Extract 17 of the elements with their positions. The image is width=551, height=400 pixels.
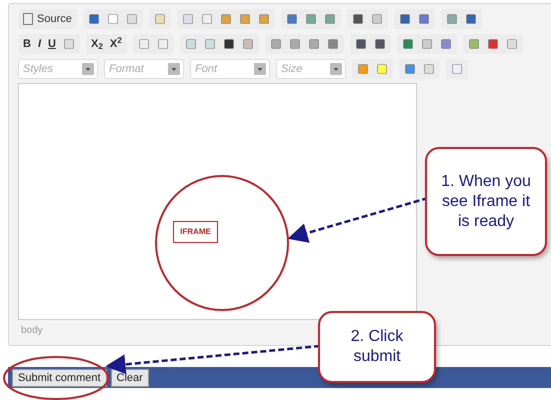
combo-placeholder: Font: [195, 62, 218, 77]
element-path: body: [21, 324, 43, 338]
combo-placeholder: Size: [281, 62, 302, 77]
editing-area[interactable]: IFRAME: [18, 83, 417, 320]
format-button[interactable]: I: [38, 36, 42, 52]
callout: 1. When you see Iframe it is ready: [425, 147, 547, 256]
format-button[interactable]: B: [23, 36, 31, 52]
document-icon: [23, 13, 33, 25]
callout: 2. Click submit: [318, 311, 436, 383]
format-button[interactable]: U: [48, 36, 56, 52]
combo-placeholder: Format: [109, 62, 144, 77]
clear-button[interactable]: Clear: [110, 368, 149, 386]
submit-button[interactable]: Submit comment: [12, 368, 107, 386]
script-button[interactable]: X$_{2}$: [90, 36, 103, 52]
script-button[interactable]: X$^{2}$: [110, 36, 122, 52]
iframe-label: IFRAME: [173, 220, 218, 242]
combo-placeholder: Styles: [23, 62, 53, 77]
